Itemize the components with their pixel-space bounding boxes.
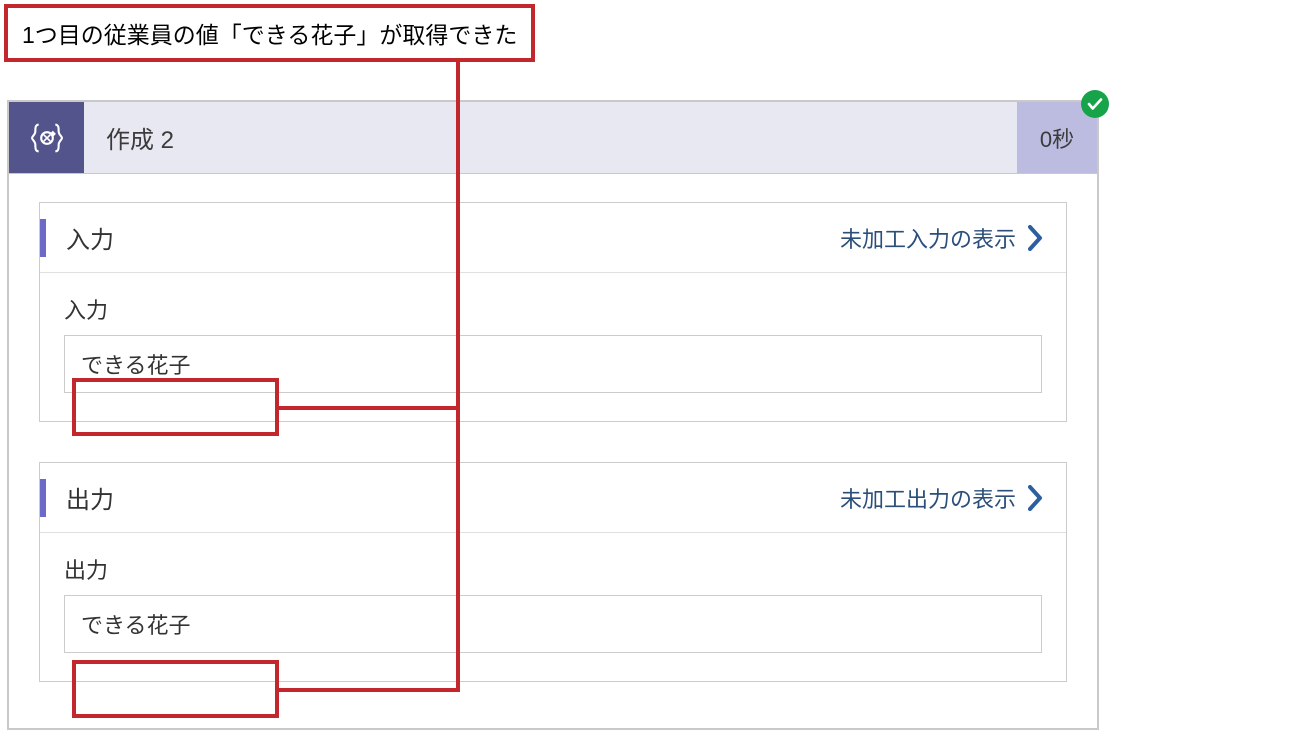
status-success-icon <box>1081 90 1109 118</box>
output-head-label: 出力 <box>66 480 114 515</box>
raw-input-link-label: 未加工入力の表示 <box>840 222 1016 254</box>
show-raw-output-link[interactable]: 未加工出力の表示 <box>840 482 1044 514</box>
card-body: 入力 未加工入力の表示 入力 できる花子 出力 <box>9 174 1097 692</box>
action-card: 作成 2 0秒 入力 未加工入力の表示 <box>7 100 1099 730</box>
input-head-label: 入力 <box>66 220 114 255</box>
output-field-value: できる花子 <box>64 595 1042 653</box>
chevron-right-icon <box>1028 485 1044 511</box>
card-header[interactable]: 作成 2 0秒 <box>9 102 1097 174</box>
raw-output-link-label: 未加工出力の表示 <box>840 482 1016 514</box>
annotation-callout: 1つ目の従業員の値「できる花子」が取得できた <box>4 4 535 62</box>
accent-bar <box>40 219 46 257</box>
connector-vertical <box>456 52 460 692</box>
connector-horizontal-input <box>277 406 457 410</box>
connector-horizontal-output <box>277 688 457 692</box>
card-title: 作成 2 <box>84 102 1017 173</box>
show-raw-input-link[interactable]: 未加工入力の表示 <box>840 222 1044 254</box>
output-section: 出力 未加工出力の表示 出力 できる花子 <box>39 462 1067 682</box>
output-field-label: 出力 <box>64 553 1042 585</box>
annotation-text: 1つ目の従業員の値「できる花子」が取得できた <box>22 22 517 48</box>
accent-bar <box>40 479 46 517</box>
chevron-right-icon <box>1028 225 1044 251</box>
input-section-header: 入力 未加工入力の表示 <box>40 203 1066 273</box>
input-section: 入力 未加工入力の表示 入力 できる花子 <box>39 202 1067 422</box>
input-field-label: 入力 <box>64 293 1042 325</box>
output-section-header: 出力 未加工出力の表示 <box>40 463 1066 533</box>
input-field-value: できる花子 <box>64 335 1042 393</box>
compose-braces-icon <box>9 102 84 173</box>
